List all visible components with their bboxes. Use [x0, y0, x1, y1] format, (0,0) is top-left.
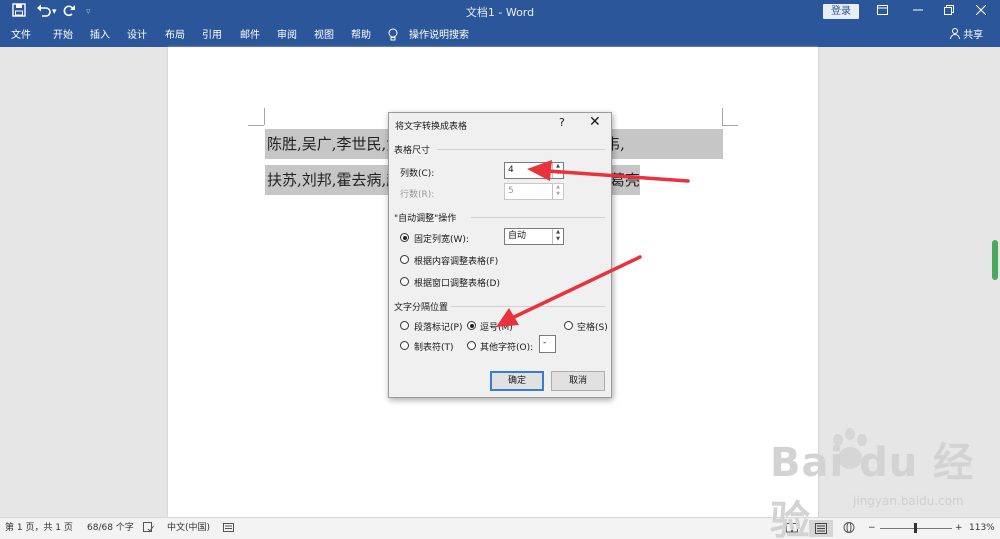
- proofing-icon[interactable]: [143, 522, 154, 538]
- crop-mark: [264, 108, 265, 125]
- rows-label: 行数(R):: [400, 190, 435, 200]
- dialog-title: 将文字转换成表格: [395, 122, 468, 132]
- crop-mark: [248, 125, 264, 126]
- other-char-input[interactable]: -: [539, 335, 556, 353]
- tab-layout[interactable]: 布局: [165, 28, 185, 43]
- fixed-width-label: 固定列宽(W):: [414, 235, 469, 245]
- crop-mark: [722, 108, 723, 125]
- person-icon: [950, 28, 963, 41]
- convert-text-to-table-dialog: 将文字转换成表格 ? ✕ 表格尺寸 列数(C): 4 ▲ ▼ 行数(R): 5 ▲…: [388, 112, 612, 398]
- tab-review[interactable]: 审阅: [277, 28, 297, 43]
- tab-design[interactable]: 设计: [127, 28, 147, 43]
- rows-spinner: 5 ▲ ▼: [504, 183, 564, 200]
- tab-view[interactable]: 视图: [314, 28, 334, 43]
- autofit-content-label: 根据内容调整表格(F): [414, 257, 499, 267]
- tab-char-label: 制表符(T): [414, 343, 454, 353]
- spinner-arrows: ▲ ▼: [552, 184, 563, 199]
- tab-insert[interactable]: 插入: [90, 28, 110, 43]
- section-divider: [437, 149, 605, 150]
- fixed-width-value: 自动: [508, 231, 527, 241]
- ok-button[interactable]: 确定: [490, 371, 544, 391]
- autofit-content-radio[interactable]: [400, 255, 409, 264]
- macro-record-icon[interactable]: [223, 522, 234, 538]
- title-bar: ▾ ▿ 文档1 - Word 登录: [0, 0, 1000, 24]
- section-divider: [451, 306, 605, 307]
- other-char-label: 其他字符(O):: [480, 343, 534, 353]
- minimize-icon[interactable]: [907, 2, 929, 20]
- columns-value: 4: [508, 165, 514, 175]
- comma-label: 逗号(M): [480, 323, 513, 333]
- spinner-arrows[interactable]: ▲ ▼: [552, 229, 563, 244]
- ribbon-display-icon[interactable]: [871, 2, 893, 20]
- crop-mark: [722, 125, 738, 126]
- autofit-window-radio[interactable]: [400, 277, 409, 286]
- watermark-brand: Bai du 经验: [770, 440, 975, 539]
- close-icon[interactable]: [970, 2, 992, 20]
- tab-home[interactable]: 开始: [53, 28, 73, 43]
- space-label: 空格(S): [577, 323, 608, 333]
- scrollbar-thumb[interactable]: [992, 240, 998, 280]
- autofit-window-label: 根据窗口调整表格(D): [414, 279, 500, 289]
- section-divider: [471, 217, 605, 218]
- watermark-url: jingyan.baidu.com: [853, 494, 964, 508]
- autofit-section-title: "自动调整"操作: [394, 214, 457, 224]
- help-button[interactable]: ?: [559, 116, 565, 129]
- tab-file[interactable]: 文件: [11, 28, 31, 43]
- other-char-radio[interactable]: [467, 341, 476, 350]
- lightbulb-icon: [388, 28, 398, 46]
- fixed-width-radio[interactable]: [400, 233, 409, 242]
- cancel-button[interactable]: 取消: [551, 371, 605, 391]
- tab-char-radio[interactable]: [400, 341, 409, 350]
- restore-icon[interactable]: [938, 2, 960, 20]
- language-indicator[interactable]: 中文(中国): [167, 522, 210, 535]
- tab-references[interactable]: 引用: [202, 28, 222, 43]
- space-radio[interactable]: [564, 321, 573, 330]
- columns-spinner[interactable]: 4 ▲ ▼: [504, 162, 564, 179]
- tab-help[interactable]: 帮助: [351, 28, 371, 43]
- tab-mailings[interactable]: 邮件: [240, 28, 260, 43]
- rows-value: 5: [508, 186, 514, 196]
- paragraph-mark-radio[interactable]: [400, 321, 409, 330]
- tell-me-search[interactable]: 操作说明搜索: [409, 28, 469, 43]
- share-label: 共享: [963, 30, 984, 41]
- login-button[interactable]: 登录: [823, 4, 859, 19]
- fixed-width-spinner[interactable]: 自动 ▲ ▼: [504, 228, 564, 245]
- ribbon-tabs: 文件 开始 插入 设计 布局 引用 邮件 审阅 视图 帮助 操作说明搜索 共享: [0, 24, 1000, 47]
- dialog-close-button[interactable]: ✕: [589, 114, 601, 130]
- separator-section-title: 文字分隔位置: [394, 303, 449, 313]
- spinner-arrows[interactable]: ▲ ▼: [552, 163, 563, 178]
- columns-label: 列数(C):: [400, 169, 435, 179]
- page-count[interactable]: 第 1 页，共 1 页: [5, 522, 73, 535]
- table-size-section-title: 表格尺寸: [394, 146, 431, 156]
- word-count[interactable]: 68/68 个字: [87, 522, 134, 535]
- paragraph-mark-label: 段落标记(P): [414, 323, 463, 333]
- baidu-watermark: Bai du 经验 jingyan.baidu.com: [748, 428, 988, 539]
- share-button[interactable]: 共享: [950, 28, 983, 43]
- comma-radio[interactable]: [467, 321, 476, 330]
